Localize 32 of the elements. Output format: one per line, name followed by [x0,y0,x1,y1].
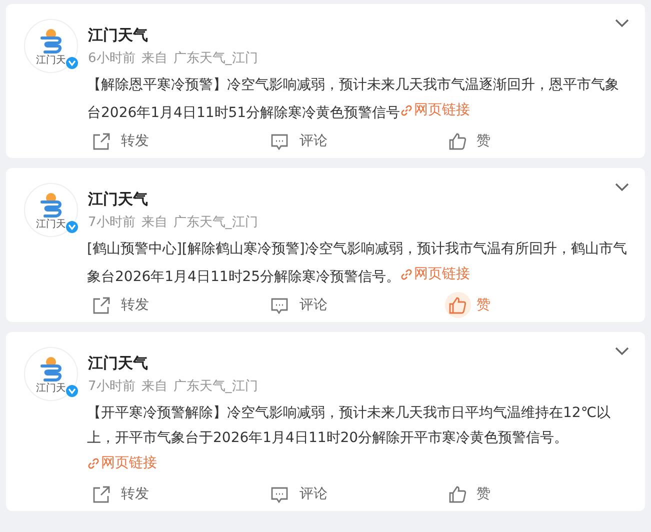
author-name[interactable]: 江门天气 [88,190,258,208]
avatar[interactable]: 江门天 [24,347,78,401]
comment-button[interactable]: 评论 [270,484,449,504]
like-button[interactable]: 赞 [448,481,627,507]
avatar[interactable]: 江门天 [24,19,78,73]
author-name[interactable]: 江门天气 [88,26,258,44]
like-button[interactable]: 赞 [448,128,627,154]
source-label: 来自 [141,50,168,66]
repost-button[interactable]: 转发 [92,484,270,504]
web-link[interactable]: 网页链接 [400,262,470,287]
author-name[interactable]: 江门天气 [88,354,258,372]
source-label: 来自 [141,378,168,394]
avatar-caption: 江门天 [36,220,66,230]
post-time[interactable]: 6小时前 [88,48,136,66]
avatar-caption: 江门天 [36,56,66,66]
post-text: [鹤山预警中心][解除鹤山寒冷预警]冷空气影响减弱，预计我市气温有所回升，鹤山市气象台2026年1月4日11时25分解除寒冷预警信号。 网页链接 [87,240,627,289]
repost-button[interactable]: 转发 [92,296,270,314]
comment-button[interactable]: 评论 [270,296,449,314]
post-time[interactable]: 7小时前 [88,212,136,230]
web-link[interactable]: 网页链接 [400,98,470,123]
post-time[interactable]: 7小时前 [88,376,136,394]
source-label: 来自 [141,214,168,230]
avatar-caption: 江门天 [36,384,66,394]
source-link[interactable]: 广东天气_江门 [173,48,258,66]
source-link[interactable]: 广东天气_江门 [173,376,258,394]
source-link[interactable]: 广东天气_江门 [173,212,258,230]
avatar[interactable]: 江门天 [24,183,78,237]
web-link[interactable]: 网页链接 [87,451,157,476]
post-text: 【解除恩平寒冷预警】冷空气影响减弱，预计未来几天我市气温逐渐回升，恩平市气象台2026年1月4日11时51分解除寒冷黄色预警信号 网页链接 [87,76,620,125]
repost-button[interactable]: 转发 [92,132,270,150]
post-text: 【开平寒冷预警解除】冷空气影响减弱，预计未来几天我市日平均气温维持在12℃以上，开平市气象台于2026年1月4日11时20分解除开平市寒冷黄色预警信号。 网页链接 [87,401,627,479]
comment-button[interactable]: 评论 [270,132,449,150]
